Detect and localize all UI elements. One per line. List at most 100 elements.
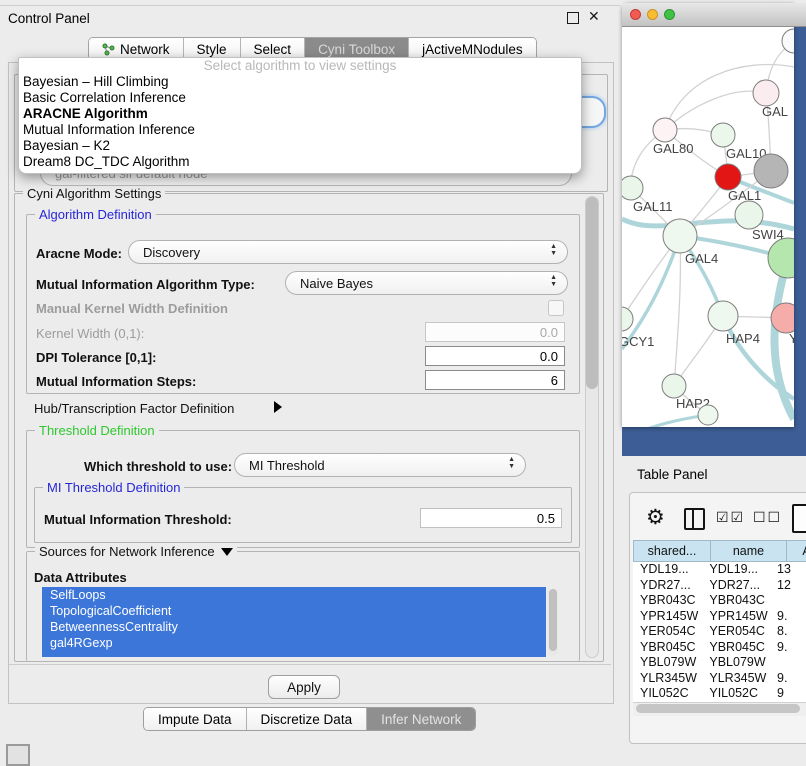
network-node[interactable]	[698, 405, 718, 425]
table-cell: YDL19...	[633, 562, 702, 578]
network-node-label: GAL11	[633, 199, 673, 214]
table-cell: YLR345W	[633, 671, 702, 687]
network-icon	[102, 43, 115, 56]
algorithm-definition-title: Algorithm Definition	[35, 207, 156, 222]
network-node[interactable]	[662, 374, 686, 398]
network-edge[interactable]	[674, 236, 680, 386]
algorithm-option[interactable]: Dream8 DC_TDC Algorithm	[19, 154, 581, 170]
table-cell: 9.	[770, 640, 806, 656]
tab-infer-network[interactable]: Infer Network	[367, 708, 475, 730]
network-edge[interactable]	[665, 91, 766, 130]
network-node[interactable]	[768, 238, 794, 278]
stepper-arrows-icon: ▲▼	[508, 456, 515, 470]
panel-divider	[9, 664, 611, 665]
sources-group-title: Sources for Network Inference	[35, 544, 237, 559]
deselect-all-checkboxes-icon[interactable]: ☐☐	[753, 509, 782, 526]
document-icon[interactable]	[792, 504, 806, 533]
table-row[interactable]: YBR045CYBR045C9.	[633, 640, 806, 656]
attributes-scrollbar-thumb[interactable]	[549, 589, 557, 651]
mi-threshold-label: Mutual Information Threshold:	[44, 512, 232, 527]
table-cell: YIL052C	[702, 686, 770, 702]
table-row[interactable]: YBR043CYBR043C	[633, 593, 806, 609]
kernel-width-input[interactable]	[425, 322, 565, 342]
algorithm-option[interactable]: Bayesian – Hill Climbing	[19, 74, 581, 90]
table-row[interactable]: YIL052CYIL052C9	[633, 686, 806, 702]
table-row[interactable]: YLR345WYLR345W9.	[633, 671, 806, 687]
network-node[interactable]	[711, 123, 735, 147]
column-header-shared[interactable]: shared...	[633, 540, 711, 562]
control-panel: Control Panel ✕ Network Style Select Cyn…	[0, 0, 620, 762]
data-attributes-list[interactable]: SelfLoopsTopologicalCoefficientBetweenne…	[42, 587, 546, 657]
table-cell: YIL052C	[633, 686, 702, 702]
network-node-label: Y	[789, 331, 794, 346]
close-traffic-light-icon[interactable]	[630, 9, 641, 20]
zoom-traffic-light-icon[interactable]	[664, 9, 675, 20]
which-threshold-combo[interactable]: MI Threshold ▲▼	[234, 453, 526, 477]
network-node[interactable]	[622, 176, 643, 200]
apply-button[interactable]: Apply	[268, 675, 340, 699]
table-row[interactable]: YDL19...YDL19...13	[633, 562, 806, 578]
algorithm-option[interactable]: Mutual Information Inference	[19, 122, 581, 138]
network-node[interactable]	[753, 80, 779, 106]
network-node[interactable]	[622, 307, 633, 331]
manual-kernel-checkbox[interactable]	[548, 300, 564, 316]
float-window-icon[interactable]	[567, 12, 579, 24]
tab-impute-data[interactable]: Impute Data	[144, 708, 247, 730]
minimized-panel-icon[interactable]	[6, 744, 30, 766]
table-cell: YPR145W	[633, 609, 702, 625]
collapse-arrow-icon[interactable]	[221, 548, 233, 556]
gear-icon[interactable]: ⚙	[646, 505, 665, 530]
hub-section-label: Hub/Transcription Factor Definition	[34, 401, 234, 416]
table-row[interactable]: YPR145WYPR145W9.	[633, 609, 806, 625]
stepper-arrows-icon: ▲▼	[550, 274, 557, 288]
mi-threshold-group-title: MI Threshold Definition	[43, 480, 184, 495]
data-attribute-item[interactable]: SelfLoops	[42, 587, 546, 603]
mi-type-label: Mutual Information Algorithm Type:	[36, 277, 255, 292]
table-cell: YLR345W	[702, 671, 770, 687]
mi-type-combo[interactable]: Naive Bayes ▲▼	[285, 271, 568, 295]
data-attribute-item[interactable]: TopologicalCoefficient	[42, 603, 546, 619]
network-node[interactable]	[754, 154, 788, 188]
network-window-titlebar[interactable]	[622, 3, 794, 27]
data-attribute-item[interactable]: gal4RGexp	[42, 635, 546, 651]
algorithm-option-list: Bayesian – Hill ClimbingBasic Correlatio…	[19, 74, 581, 170]
network-edge[interactable]	[622, 236, 680, 349]
threshold-definition-title: Threshold Definition	[35, 423, 159, 438]
algorithm-option[interactable]: ARACNE Algorithm	[19, 106, 581, 122]
network-node[interactable]	[735, 201, 763, 229]
column-header-name[interactable]: name	[711, 540, 787, 562]
table-row[interactable]: YBL079WYBL079W	[633, 655, 806, 671]
table-row[interactable]: YDR27...YDR27...12	[633, 578, 806, 594]
table-cell	[770, 593, 806, 609]
mi-steps-input[interactable]	[425, 370, 565, 390]
algorithm-option[interactable]: Bayesian – K2	[19, 138, 581, 154]
dpi-tolerance-input[interactable]	[425, 346, 565, 366]
settings-scrollbar-thumb[interactable]	[586, 197, 598, 389]
expand-arrow-icon[interactable]	[274, 401, 282, 413]
table-cell: YPR145W	[702, 609, 770, 625]
which-threshold-value: MI Threshold	[249, 458, 325, 473]
table-cell: 12	[770, 578, 806, 594]
network-node[interactable]	[663, 219, 697, 253]
data-attributes-label: Data Attributes	[34, 570, 127, 585]
network-node[interactable]	[653, 118, 677, 142]
table-cell: YBL079W	[633, 655, 702, 671]
columns-icon[interactable]	[684, 508, 705, 530]
select-all-checkboxes-icon[interactable]: ☑☑	[716, 509, 745, 526]
algorithm-option[interactable]: Basic Correlation Inference	[19, 90, 581, 106]
close-icon[interactable]: ✕	[588, 8, 600, 25]
top-divider	[0, 5, 620, 6]
tab-discretize-data[interactable]: Discretize Data	[247, 708, 368, 730]
table-row[interactable]: YER054CYER054C8.	[633, 624, 806, 640]
column-header-partial[interactable]: A	[787, 540, 806, 562]
aracne-mode-combo[interactable]: Discovery ▲▼	[128, 240, 568, 264]
data-attribute-item[interactable]: BetweennessCentrality	[42, 619, 546, 635]
minimize-traffic-light-icon[interactable]	[647, 9, 658, 20]
network-canvas[interactable]: GALGAL80GAL10GAL1SWI4GAL11GAL4GCY1HAP4YH…	[622, 27, 794, 427]
network-edge[interactable]	[622, 415, 708, 427]
table-hscrollbar-thumb[interactable]	[636, 704, 800, 713]
network-node[interactable]	[715, 164, 741, 190]
table-cell: YDL19...	[702, 562, 770, 578]
network-node[interactable]	[708, 301, 738, 331]
mi-threshold-input[interactable]	[420, 508, 562, 528]
